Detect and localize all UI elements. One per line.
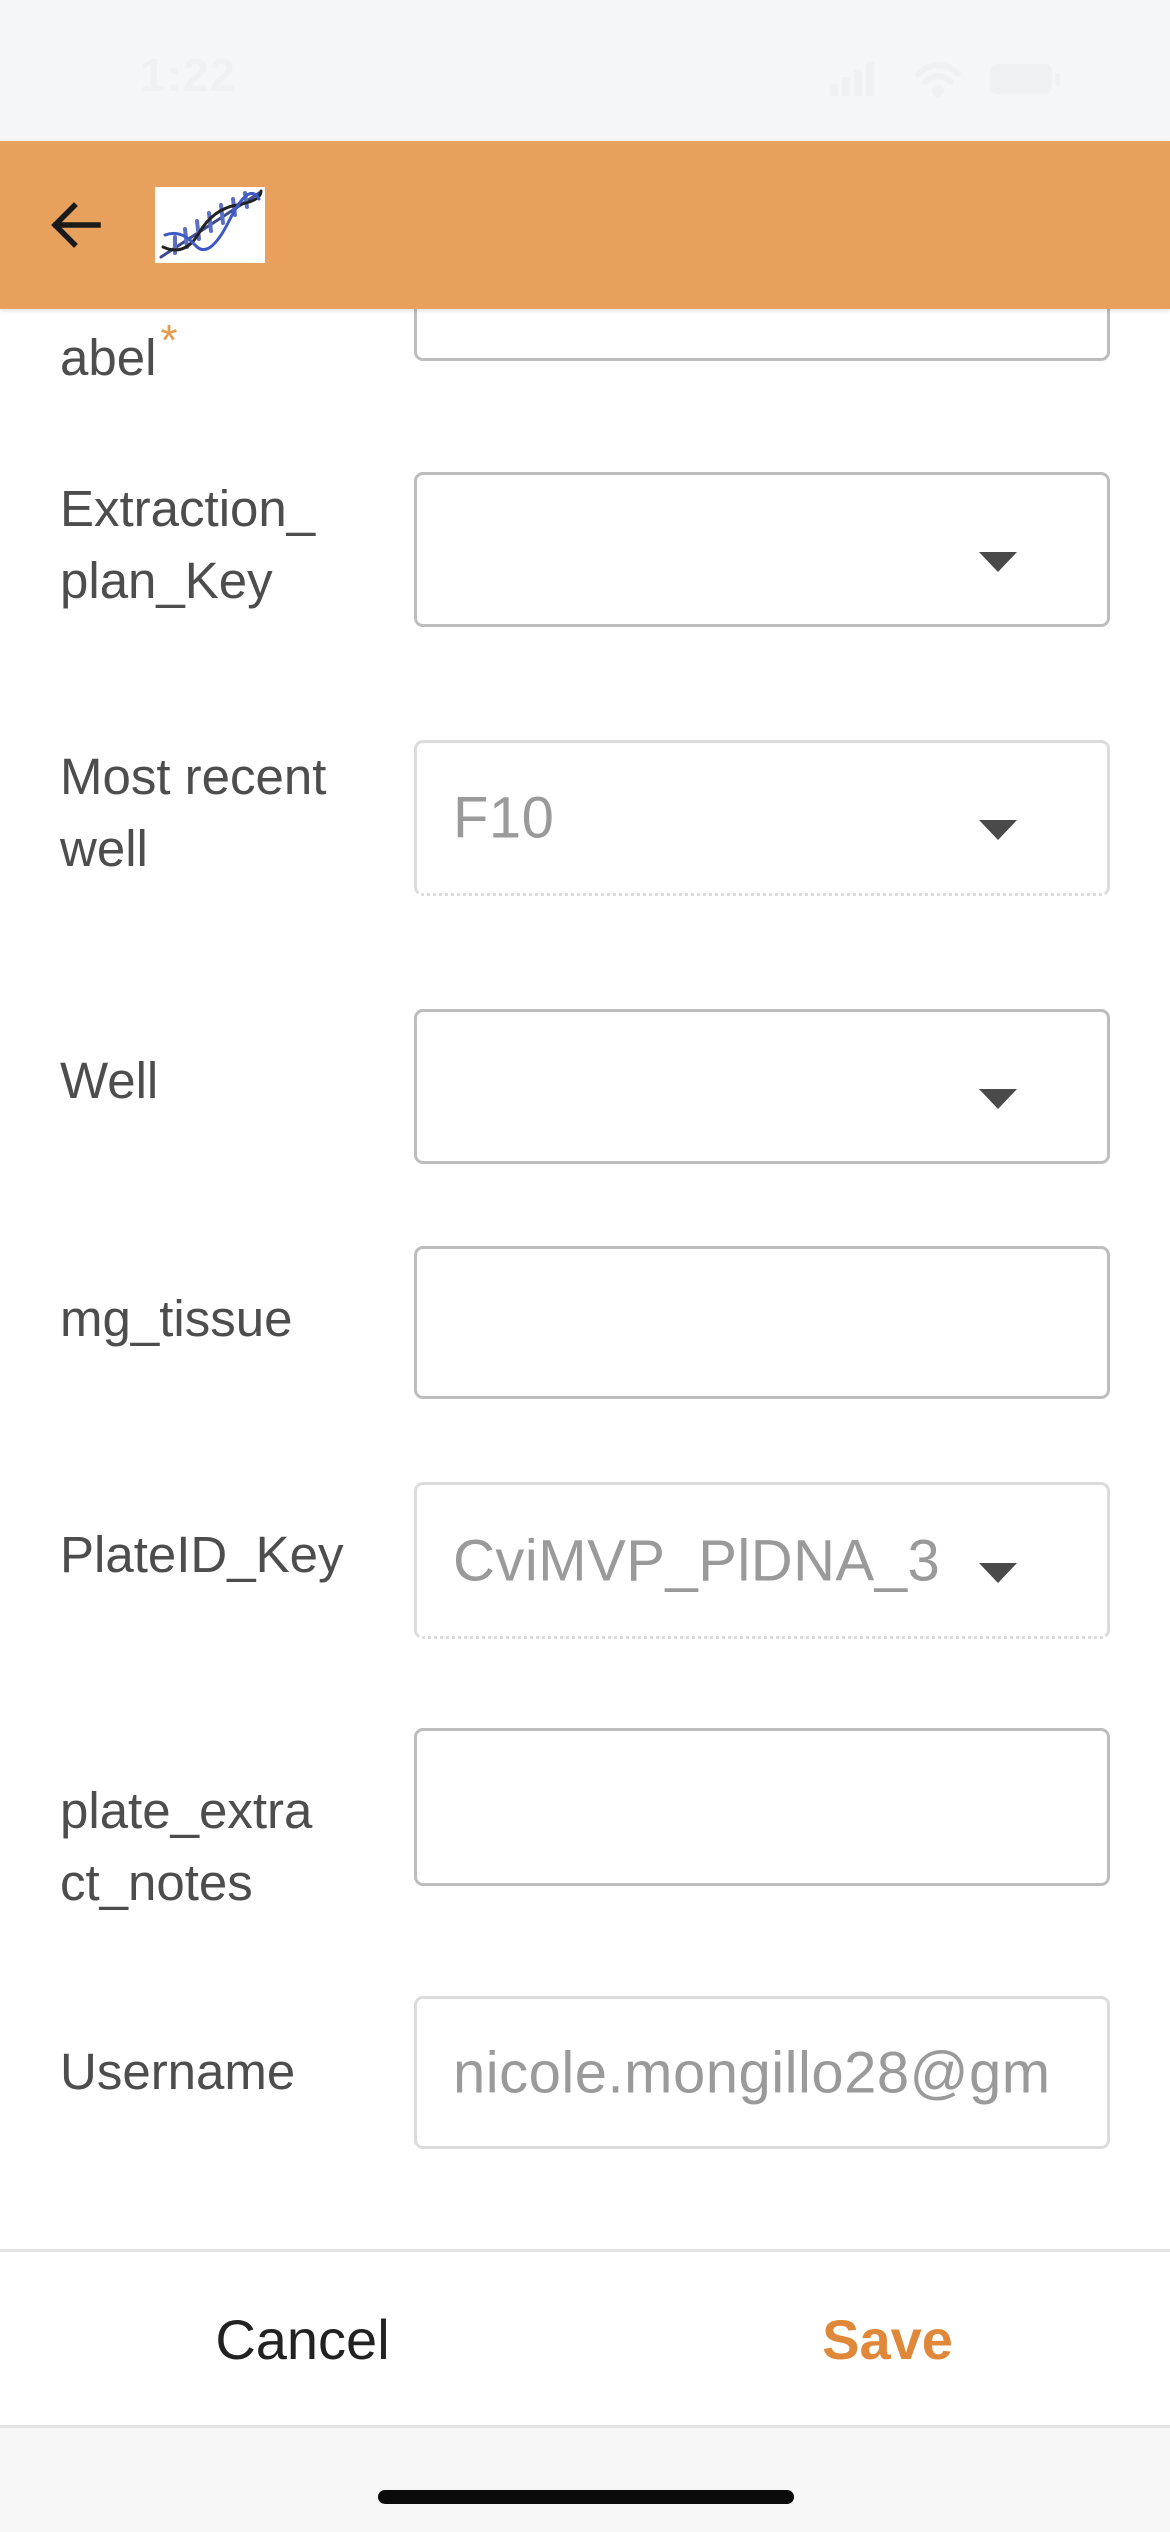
caret-down-icon bbox=[979, 551, 1017, 572]
username-input[interactable]: nicole.mongillo28@gm bbox=[414, 1996, 1110, 2149]
username-value: nicole.mongillo28@gm bbox=[453, 2040, 1051, 2105]
required-indicator: * bbox=[160, 316, 178, 365]
most-recent-well-select[interactable]: F10 bbox=[414, 740, 1110, 896]
battery-icon bbox=[990, 64, 1060, 94]
form-area: abel* Extraction_ plan_Key Most recent w… bbox=[0, 309, 1170, 2249]
status-icons bbox=[830, 62, 1060, 97]
dna-logo-icon bbox=[155, 187, 265, 263]
field-label-most-recent-well: Most recent well bbox=[60, 748, 327, 877]
plateid-key-value: CviMVP_PlDNA_3 bbox=[453, 1528, 941, 1593]
field-label-mg-tissue: mg_tissue bbox=[60, 1290, 293, 1347]
field-label-extraction-plan-key: Extraction_ plan_Key bbox=[60, 480, 316, 609]
wifi-icon bbox=[915, 62, 961, 97]
mg-tissue-input[interactable] bbox=[414, 1246, 1110, 1399]
back-button[interactable] bbox=[36, 185, 116, 265]
save-button[interactable]: Save bbox=[605, 2252, 1170, 2427]
caret-down-icon bbox=[979, 1562, 1017, 1583]
app-header bbox=[0, 141, 1170, 309]
field-label-label: abel* bbox=[60, 316, 178, 386]
status-time: 1:22 bbox=[140, 49, 237, 101]
field-label-plate-extract-notes: plate_extra ct_notes bbox=[60, 1782, 313, 1911]
action-bar: Cancel Save bbox=[0, 2249, 1170, 2427]
most-recent-well-value: F10 bbox=[453, 785, 555, 851]
field-label-username: Username bbox=[60, 2043, 296, 2100]
cellular-signal-icon bbox=[830, 62, 874, 96]
plate-extract-notes-input[interactable] bbox=[414, 1728, 1110, 1886]
field-label-well: Well bbox=[60, 1052, 159, 1109]
well-select[interactable] bbox=[414, 1009, 1110, 1164]
caret-down-icon bbox=[979, 820, 1017, 840]
home-indicator[interactable] bbox=[378, 2490, 794, 2504]
label-input[interactable] bbox=[414, 309, 1110, 361]
arrow-left-icon bbox=[51, 202, 101, 248]
status-bar: 1:22 bbox=[0, 0, 1170, 141]
cancel-button[interactable]: Cancel bbox=[0, 2252, 605, 2427]
plateid-key-select[interactable]: CviMVP_PlDNA_3 bbox=[414, 1482, 1110, 1639]
caret-down-icon bbox=[979, 1088, 1017, 1109]
extraction-plan-key-select[interactable] bbox=[414, 472, 1110, 627]
field-label-plateid-key: PlateID_Key bbox=[60, 1526, 344, 1583]
bottom-safe-area bbox=[0, 2425, 1170, 2532]
